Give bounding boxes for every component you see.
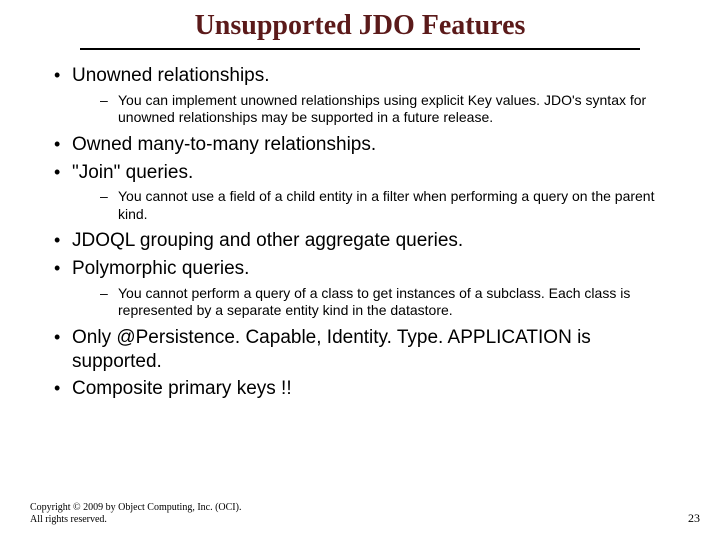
sub-list: You can implement unowned relationships … <box>72 92 680 127</box>
slide-title: Unsupported JDO Features <box>80 10 640 50</box>
slide: Unsupported JDO Features Unowned relatio… <box>0 0 720 540</box>
sub-list-item: You can implement unowned relationships … <box>100 92 680 127</box>
list-item: Unowned relationships. You can implement… <box>50 64 680 127</box>
list-item: Composite primary keys !! <box>50 377 680 401</box>
bullet-text: Polymorphic queries. <box>72 258 249 279</box>
copyright-line: Copyright © 2009 by Object Computing, In… <box>30 502 241 514</box>
sub-list: You cannot perform a query of a class to… <box>72 285 680 320</box>
page-number: 23 <box>688 511 700 526</box>
list-item: Owned many-to-many relationships. <box>50 133 680 157</box>
bullet-text: Owned many-to-many relationships. <box>72 134 376 155</box>
list-item: JDOQL grouping and other aggregate queri… <box>50 229 680 253</box>
slide-content: Unowned relationships. You can implement… <box>30 64 690 401</box>
copyright: Copyright © 2009 by Object Computing, In… <box>30 502 241 526</box>
bullet-text: Only @Persistence. Capable, Identity. Ty… <box>72 327 591 372</box>
sub-list: You cannot use a field of a child entity… <box>72 188 680 223</box>
bullet-text: Composite primary keys !! <box>72 378 292 399</box>
copyright-line: All rights reserved. <box>30 514 241 526</box>
slide-footer: Copyright © 2009 by Object Computing, In… <box>30 502 700 526</box>
list-item: Only @Persistence. Capable, Identity. Ty… <box>50 326 680 374</box>
list-item: Polymorphic queries. You cannot perform … <box>50 257 680 320</box>
bullet-list: Unowned relationships. You can implement… <box>50 64 680 401</box>
list-item: "Join" queries. You cannot use a field o… <box>50 161 680 224</box>
sub-list-item: You cannot use a field of a child entity… <box>100 188 680 223</box>
sub-list-item: You cannot perform a query of a class to… <box>100 285 680 320</box>
bullet-text: "Join" queries. <box>72 162 193 183</box>
bullet-text: Unowned relationships. <box>72 65 270 86</box>
bullet-text: JDOQL grouping and other aggregate queri… <box>72 230 463 251</box>
